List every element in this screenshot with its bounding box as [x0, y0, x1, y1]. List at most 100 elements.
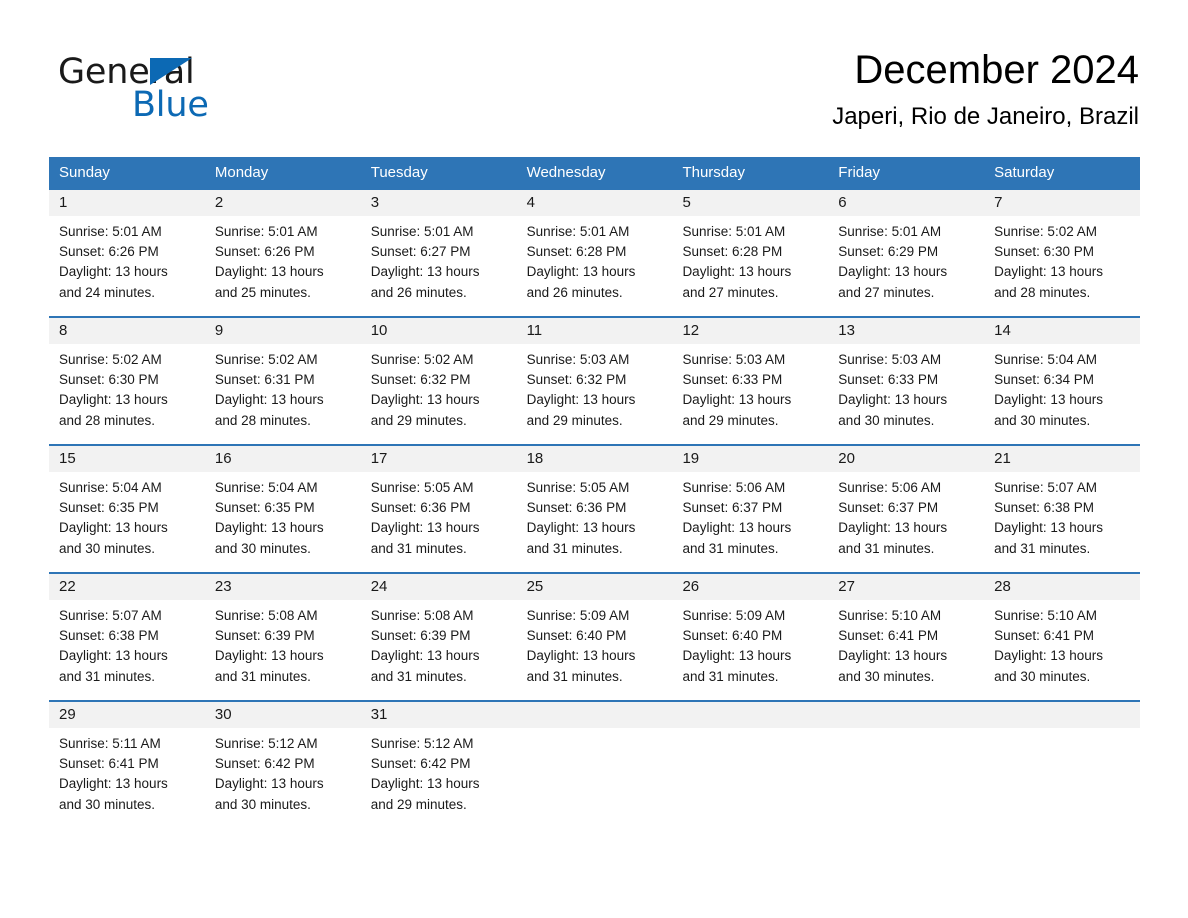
- sunset-text: Sunset: 6:42 PM: [370, 756, 471, 772]
- day-number: 19: [672, 446, 829, 472]
- sunset-text: Sunset: 6:41 PM: [994, 628, 1094, 644]
- day-cell[interactable]: 11 Sunrise: 5:03 AM Sunset: 6:32 PM Dayl…: [516, 318, 673, 436]
- day-cell[interactable]: 31 Sunrise: 5:12 AM Sunset: 6:42 PM Dayl…: [360, 702, 517, 820]
- general-blue-logo[interactable]: General Blue: [58, 52, 318, 128]
- sunrise-text: Sunrise: 5:12 AM: [370, 736, 474, 751]
- day-cell[interactable]: 27 Sunrise: 5:10 AM Sunset: 6:41 PM Dayl…: [828, 574, 985, 692]
- day-cell[interactable]: 3 Sunrise: 5:01 AM Sunset: 6:27 PM Dayli…: [360, 190, 517, 308]
- week-row: 1 Sunrise: 5:01 AM Sunset: 6:26 PM Dayli…: [49, 190, 1141, 308]
- weekday-header-tuesday: Tuesday: [370, 164, 428, 181]
- daylight-text-line1: Daylight: 13 hours: [682, 392, 792, 408]
- day-cell[interactable]: 29 Sunrise: 5:11 AM Sunset: 6:41 PM Dayl…: [49, 702, 205, 820]
- day-number: 22: [49, 574, 205, 600]
- daylight-text-line1: Daylight: 13 hours: [59, 648, 168, 664]
- daylight-text-line2: and 31 minutes.: [526, 668, 623, 684]
- daylight-text-line2: and 28 minutes.: [59, 412, 156, 428]
- logo-text-blue: Blue: [132, 85, 209, 125]
- day-number: 13: [828, 318, 985, 344]
- day-number: 8: [49, 318, 205, 344]
- day-cell[interactable]: 13 Sunrise: 5:03 AM Sunset: 6:33 PM Dayl…: [828, 318, 985, 436]
- calendar-page: General Blue December 2024 Japeri, Rio d…: [0, 0, 1188, 918]
- day-cell[interactable]: 14 Sunrise: 5:04 AM Sunset: 6:34 PM Dayl…: [984, 318, 1141, 436]
- sunset-text: Sunset: 6:35 PM: [59, 500, 159, 516]
- daylight-text-line2: and 29 minutes.: [370, 796, 467, 812]
- page-header: General Blue December 2024 Japeri, Rio d…: [0, 0, 1188, 150]
- day-cell[interactable]: 9 Sunrise: 5:02 AM Sunset: 6:31 PM Dayli…: [204, 318, 361, 436]
- sunrise-text: Sunrise: 5:07 AM: [59, 608, 162, 623]
- day-cell[interactable]: 1 Sunrise: 5:01 AM Sunset: 6:26 PM Dayli…: [49, 190, 205, 308]
- day-number: 9: [204, 318, 361, 344]
- day-cell-empty: [672, 702, 829, 820]
- daylight-text-line2: and 31 minutes.: [370, 668, 467, 684]
- daylight-text-line2: and 30 minutes.: [214, 540, 311, 556]
- day-cell[interactable]: 18 Sunrise: 5:05 AM Sunset: 6:36 PM Dayl…: [516, 446, 673, 564]
- day-cell[interactable]: 16 Sunrise: 5:04 AM Sunset: 6:35 PM Dayl…: [204, 446, 361, 564]
- day-cell[interactable]: 21 Sunrise: 5:07 AM Sunset: 6:38 PM Dayl…: [984, 446, 1141, 564]
- sunset-text: Sunset: 6:40 PM: [682, 628, 783, 644]
- daylight-text-line2: and 30 minutes.: [214, 796, 311, 812]
- day-cell[interactable]: 5 Sunrise: 5:01 AM Sunset: 6:28 PM Dayli…: [672, 190, 829, 308]
- sunrise-text: Sunrise: 5:09 AM: [526, 608, 630, 623]
- day-number: 7: [984, 190, 1141, 216]
- sunset-text: Sunset: 6:37 PM: [682, 500, 783, 516]
- day-cell[interactable]: 22 Sunrise: 5:07 AM Sunset: 6:38 PM Dayl…: [49, 574, 205, 692]
- day-details: Sunrise: 5:04 AM Sunset: 6:34 PM Dayligh…: [984, 344, 1140, 431]
- day-number: 27: [828, 574, 985, 600]
- day-cell[interactable]: 24 Sunrise: 5:08 AM Sunset: 6:39 PM Dayl…: [360, 574, 517, 692]
- sunrise-text: Sunrise: 5:02 AM: [59, 352, 162, 367]
- sunrise-text: Sunrise: 5:01 AM: [370, 224, 474, 239]
- sunrise-text: Sunrise: 5:10 AM: [838, 608, 942, 623]
- day-cell[interactable]: 20 Sunrise: 5:06 AM Sunset: 6:37 PM Dayl…: [828, 446, 985, 564]
- daylight-text-line2: and 30 minutes.: [838, 668, 935, 684]
- sunrise-text: Sunrise: 5:01 AM: [526, 224, 630, 239]
- day-cell-empty: [516, 702, 673, 820]
- day-cell[interactable]: 23 Sunrise: 5:08 AM Sunset: 6:39 PM Dayl…: [204, 574, 361, 692]
- triangle-icon: [150, 58, 192, 85]
- day-cell[interactable]: 15 Sunrise: 5:04 AM Sunset: 6:35 PM Dayl…: [49, 446, 205, 564]
- sunset-text: Sunset: 6:40 PM: [526, 628, 627, 644]
- daylight-text-line1: Daylight: 13 hours: [526, 264, 636, 280]
- daylight-text-line1: Daylight: 13 hours: [526, 520, 636, 536]
- day-details: Sunrise: 5:03 AM Sunset: 6:33 PM Dayligh…: [672, 344, 828, 431]
- sunset-text: Sunset: 6:39 PM: [214, 628, 315, 644]
- week-row: 15 Sunrise: 5:04 AM Sunset: 6:35 PM Dayl…: [49, 444, 1141, 564]
- day-cell[interactable]: 30 Sunrise: 5:12 AM Sunset: 6:42 PM Dayl…: [204, 702, 361, 820]
- day-details: Sunrise: 5:03 AM Sunset: 6:33 PM Dayligh…: [828, 344, 984, 431]
- day-cell[interactable]: 6 Sunrise: 5:01 AM Sunset: 6:29 PM Dayli…: [828, 190, 985, 308]
- day-details: Sunrise: 5:09 AM Sunset: 6:40 PM Dayligh…: [517, 600, 673, 687]
- day-number: 20: [828, 446, 985, 472]
- daylight-text-line1: Daylight: 13 hours: [994, 520, 1103, 536]
- day-cell[interactable]: 7 Sunrise: 5:02 AM Sunset: 6:30 PM Dayli…: [984, 190, 1141, 308]
- day-cell[interactable]: 17 Sunrise: 5:05 AM Sunset: 6:36 PM Dayl…: [360, 446, 517, 564]
- daylight-text-line1: Daylight: 13 hours: [994, 264, 1103, 280]
- daylight-text-line1: Daylight: 13 hours: [838, 264, 948, 280]
- day-cell[interactable]: 8 Sunrise: 5:02 AM Sunset: 6:30 PM Dayli…: [49, 318, 205, 436]
- sunrise-text: Sunrise: 5:09 AM: [682, 608, 786, 623]
- sunrise-text: Sunrise: 5:05 AM: [526, 480, 630, 495]
- day-details: Sunrise: 5:08 AM Sunset: 6:39 PM Dayligh…: [205, 600, 361, 687]
- daylight-text-line1: Daylight: 13 hours: [994, 648, 1103, 664]
- daylight-text-line2: and 25 minutes.: [214, 284, 311, 300]
- day-cell[interactable]: 10 Sunrise: 5:02 AM Sunset: 6:32 PM Dayl…: [360, 318, 517, 436]
- sunset-text: Sunset: 6:41 PM: [838, 628, 939, 644]
- day-cell[interactable]: 12 Sunrise: 5:03 AM Sunset: 6:33 PM Dayl…: [672, 318, 829, 436]
- daylight-text-line2: and 30 minutes.: [59, 796, 156, 812]
- daylight-text-line1: Daylight: 13 hours: [838, 520, 948, 536]
- daylight-text-line2: and 31 minutes.: [682, 540, 779, 556]
- day-details: Sunrise: 5:12 AM Sunset: 6:42 PM Dayligh…: [361, 728, 517, 815]
- sunrise-text: Sunrise: 5:02 AM: [370, 352, 474, 367]
- day-cell[interactable]: 2 Sunrise: 5:01 AM Sunset: 6:26 PM Dayli…: [204, 190, 361, 308]
- sunset-text: Sunset: 6:33 PM: [838, 372, 939, 388]
- day-number: [516, 702, 673, 728]
- day-cell[interactable]: 28 Sunrise: 5:10 AM Sunset: 6:41 PM Dayl…: [984, 574, 1141, 692]
- daylight-text-line2: and 31 minutes.: [59, 668, 156, 684]
- day-details: Sunrise: 5:01 AM Sunset: 6:28 PM Dayligh…: [672, 216, 828, 303]
- daylight-text-line2: and 30 minutes.: [59, 540, 156, 556]
- sunrise-text: Sunrise: 5:07 AM: [994, 480, 1097, 495]
- day-details: Sunrise: 5:01 AM Sunset: 6:27 PM Dayligh…: [361, 216, 517, 303]
- day-cell[interactable]: 19 Sunrise: 5:06 AM Sunset: 6:37 PM Dayl…: [672, 446, 829, 564]
- day-cell[interactable]: 25 Sunrise: 5:09 AM Sunset: 6:40 PM Dayl…: [516, 574, 673, 692]
- day-cell[interactable]: 26 Sunrise: 5:09 AM Sunset: 6:40 PM Dayl…: [672, 574, 829, 692]
- day-details: Sunrise: 5:12 AM Sunset: 6:42 PM Dayligh…: [205, 728, 361, 815]
- day-cell[interactable]: 4 Sunrise: 5:01 AM Sunset: 6:28 PM Dayli…: [516, 190, 673, 308]
